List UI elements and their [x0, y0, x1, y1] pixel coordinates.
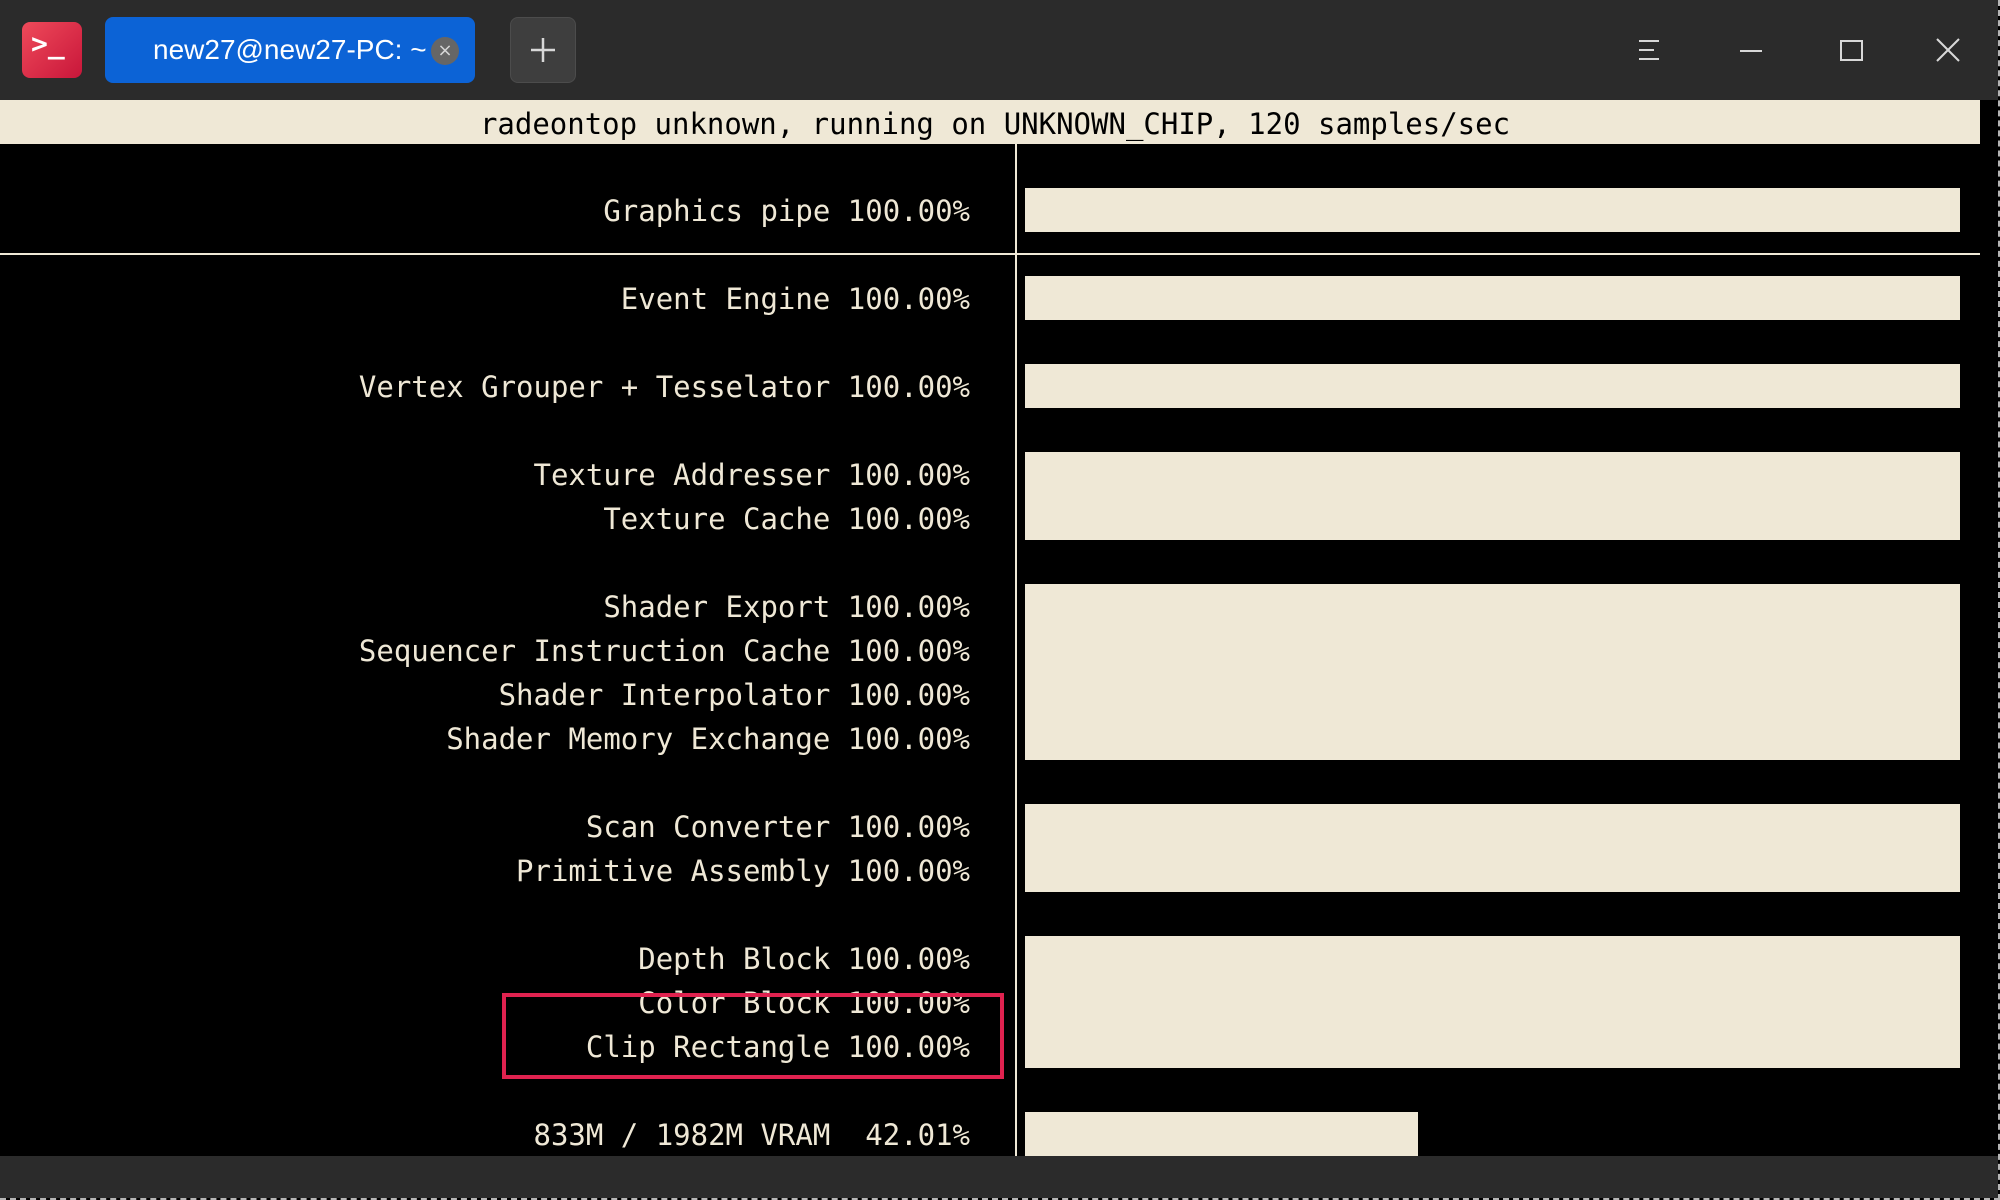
close-button[interactable] [1920, 22, 1976, 78]
minimize-button[interactable] [1723, 22, 1779, 78]
metric-label-primitive-assembly: Primitive Assembly 100.00% [516, 854, 970, 888]
terminal-bottom-strip [0, 1156, 1998, 1198]
close-icon [1936, 38, 1960, 62]
vram-usage-bar [1025, 1112, 1418, 1156]
usage-bar-texture-group [1025, 452, 1960, 540]
usage-bar-raster-group [1025, 804, 1960, 892]
maximize-icon [1840, 40, 1863, 61]
usage-bar-graphics-pipe [1025, 188, 1960, 232]
metric-label-texture-cache: Texture Cache 100.00% [603, 502, 970, 536]
vram-highlight-box [502, 993, 1004, 1079]
usage-bar-vertex-grouper [1025, 364, 1960, 408]
radeontop-header: radeontop unknown, running on UNKNOWN_CH… [0, 100, 1980, 144]
metric-label-scan-converter: Scan Converter 100.00% [585, 810, 970, 844]
header-text: radeontop unknown, running on UNKNOWN_CH… [479, 107, 1511, 141]
terminal-window: >_ new27@new27-PC: ~ × radeontop unknown… [0, 0, 2000, 1200]
metric-label-vertex-grouper: Vertex Grouper + Tesselator 100.00% [358, 370, 970, 404]
minimize-icon [1740, 50, 1762, 52]
metric-label-depth-block: Depth Block 100.00% [638, 942, 970, 976]
section-divider [0, 253, 1980, 255]
metric-label-sequencer-instruction-cache: Sequencer Instruction Cache 100.00% [358, 634, 970, 668]
tab-title: new27@new27-PC: ~ [153, 34, 427, 65]
terminal-tab[interactable]: new27@new27-PC: ~ × [105, 17, 475, 83]
metric-label-texture-addresser: Texture Addresser 100.00% [533, 458, 971, 492]
column-divider [1015, 144, 1017, 1156]
usage-bar-event-engine [1025, 276, 1960, 320]
menu-button[interactable] [1622, 22, 1678, 78]
terminal-app-icon[interactable]: >_ [22, 22, 82, 78]
title-bar: >_ new27@new27-PC: ~ × [0, 0, 1998, 100]
vram-label: 833M / 1982M VRAM 42.01% [533, 1118, 971, 1152]
maximize-button[interactable] [1823, 22, 1879, 78]
usage-bar-backend-group [1025, 936, 1960, 1068]
metric-label-graphics-pipe: Graphics pipe 100.00% [603, 194, 970, 228]
usage-bar-shader-group [1025, 584, 1960, 760]
metric-label-shader-export: Shader Export 100.00% [603, 590, 970, 624]
metric-label-shader-memory-exchange: Shader Memory Exchange 100.00% [446, 722, 970, 756]
tab-close-icon[interactable]: × [431, 37, 459, 65]
new-tab-button[interactable] [510, 17, 576, 83]
plus-icon [531, 38, 555, 62]
hamburger-menu-icon [1639, 40, 1659, 60]
metric-label-shader-interpolator: Shader Interpolator 100.00% [498, 678, 970, 712]
metric-label-event-engine: Event Engine 100.00% [620, 282, 970, 316]
